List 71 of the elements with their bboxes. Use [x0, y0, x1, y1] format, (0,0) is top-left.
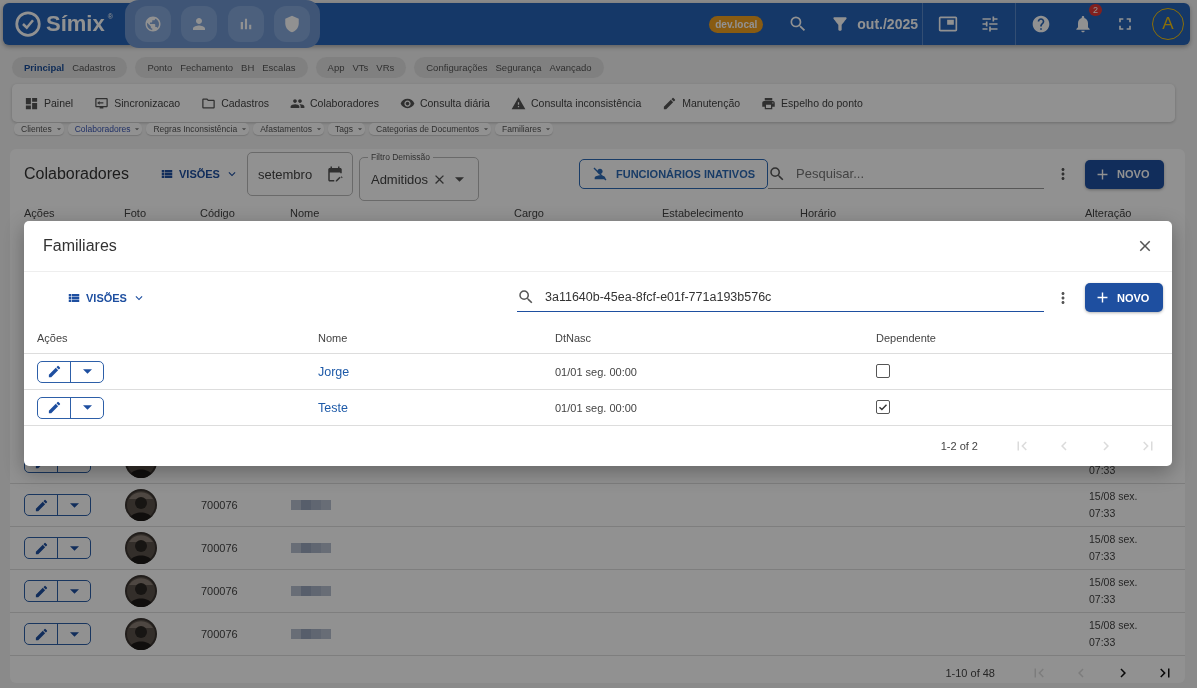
table-cell: 700076	[201, 542, 238, 554]
menu-item[interactable]: Colaboradores	[290, 95, 379, 111]
pagination-label: 1-10 of 48	[945, 667, 995, 679]
column-header: Cargo	[514, 207, 545, 219]
menu-item[interactable]: Manutenção	[662, 95, 741, 111]
module-tab[interactable]: BH	[241, 62, 255, 73]
nav-chip[interactable]: Tags	[328, 123, 366, 135]
table-cell-text: 07:33	[1089, 635, 1117, 650]
column-header: Estabelecimento	[662, 207, 745, 219]
table-cell-text: 15/08 sex.	[1089, 489, 1139, 504]
period-label[interactable]: out./2025	[857, 16, 918, 32]
nav-chip[interactable]: Regras Inconsistência	[146, 123, 250, 135]
module-tab[interactable]: Segurança	[495, 62, 542, 73]
nav-chip[interactable]: Categorias de Documentos	[369, 123, 492, 135]
column-header: Código	[200, 207, 236, 219]
environment-badge: dev.local	[709, 15, 764, 33]
module-tab[interactable]: Avançado	[549, 62, 592, 73]
table-cell-text: 15/08 sex.	[1089, 618, 1139, 633]
table-cell-text: 07:33	[1089, 463, 1117, 478]
module-tab[interactable]: VTs	[352, 62, 369, 73]
menu-item[interactable]: Consulta inconsistência	[510, 95, 642, 111]
page-title: Colaboradores	[24, 165, 130, 183]
search-input[interactable]: 3a11640b-45ea-8fcf-e01f-771a193b576c	[543, 289, 1044, 306]
module-tab[interactable]: Principal	[24, 62, 65, 73]
nav-chip[interactable]: Colaboradores	[67, 123, 143, 135]
logo-text: Símix	[46, 10, 105, 38]
table-cell: 01/01 seg. 00:00	[555, 365, 637, 378]
table-cell-text: 07:33	[1089, 549, 1117, 564]
dialog-title: Familiares	[43, 236, 117, 255]
table-cell-text: 07:33	[1089, 592, 1117, 607]
nav-chip[interactable]: Familiares	[495, 123, 554, 135]
table-cell: 700076	[201, 585, 238, 597]
module-tab[interactable]: VRs	[376, 62, 395, 73]
nav-chip[interactable]: Clientes	[14, 123, 64, 135]
column-header: Dependente	[876, 332, 937, 345]
table-cell-text: 15/08 sex.	[1089, 575, 1139, 590]
table-cell-text: 07:33	[1089, 506, 1117, 521]
module-tab[interactable]: Cadastros	[72, 62, 116, 73]
pagination-label: 1-2 of 2	[940, 440, 978, 452]
column-header: Foto	[124, 207, 147, 219]
menu-item[interactable]: Consulta diária	[399, 95, 490, 111]
notification-count: 2	[1089, 4, 1102, 16]
menu-item[interactable]: Espelho do ponto	[761, 95, 863, 111]
views-button[interactable]: VISÕES	[67, 290, 146, 305]
module-tab[interactable]: Escalas	[262, 62, 296, 73]
column-header: DtNasc	[555, 332, 593, 345]
search-input[interactable]: Pesquisar...	[794, 165, 1045, 182]
menu-item[interactable]: Sincronizacao	[94, 95, 181, 111]
table-cell: 01/01 seg. 00:00	[555, 401, 637, 414]
name-link[interactable]: Jorge	[318, 364, 350, 379]
new-button[interactable]: NOVO	[1085, 283, 1164, 313]
column-header: Nome	[290, 207, 321, 219]
column-header: Ações	[24, 207, 56, 219]
name-link[interactable]: Teste	[318, 400, 348, 415]
menu-item[interactable]: Cadastros	[201, 95, 269, 111]
table-cell: 700076	[201, 499, 238, 511]
menu-item[interactable]: Painel	[24, 95, 74, 111]
table-cell: 700076	[201, 628, 238, 640]
nav-chip[interactable]: Afastamentos	[253, 123, 325, 135]
column-header: Ações	[37, 332, 69, 345]
module-tab[interactable]: Fechamento	[180, 62, 234, 73]
module-tab[interactable]: App	[327, 62, 345, 73]
month-field[interactable]: setembro	[246, 152, 353, 196]
module-tab[interactable]: Configurações	[426, 62, 488, 73]
new-button[interactable]: NOVO	[1085, 159, 1164, 189]
views-button[interactable]: VISÕES	[160, 167, 239, 181]
table-cell-text: 15/08 sex.	[1089, 532, 1139, 547]
column-header: Alteração	[1085, 207, 1133, 219]
column-header: Nome	[318, 332, 349, 345]
module-tab[interactable]: Ponto	[147, 62, 173, 73]
column-header: Horário	[800, 207, 838, 219]
